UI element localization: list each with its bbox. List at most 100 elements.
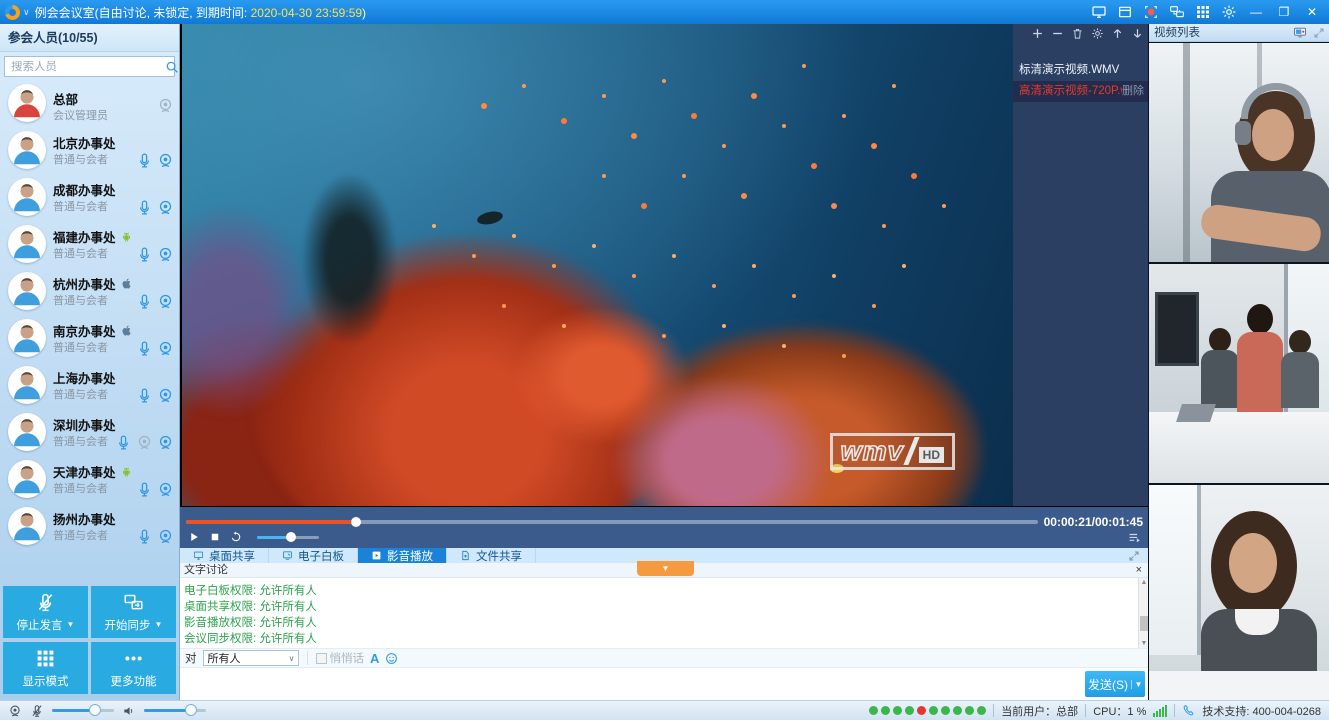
screen-share-icon[interactable] (1091, 4, 1107, 20)
volume-handle[interactable] (286, 532, 296, 542)
chevron-down-icon[interactable]: ∨ (23, 7, 30, 18)
expand-icon[interactable] (1313, 27, 1325, 39)
display-mode-button[interactable]: 显示模式 (3, 642, 88, 694)
settings-icon[interactable] (1091, 27, 1104, 40)
search-input[interactable] (5, 61, 165, 73)
replay-icon[interactable] (230, 531, 242, 543)
settings-gear-icon[interactable] (1221, 4, 1237, 20)
font-color-button[interactable]: A (370, 651, 379, 666)
tab-desktop-share[interactable]: 桌面共享 (180, 548, 269, 563)
whisper-checkbox[interactable]: 悄悄话 (316, 650, 365, 666)
mic-icon[interactable] (115, 434, 132, 451)
participant-row[interactable]: 福建办事处 普通与会者 (0, 221, 180, 268)
participant-row[interactable]: 总部 会议管理员 (0, 80, 180, 127)
send-button[interactable]: 发送(S) ▼ (1085, 671, 1145, 697)
webcam-icon[interactable] (157, 97, 174, 114)
minimize-button[interactable]: — (1247, 4, 1265, 20)
mic-icon[interactable] (136, 293, 153, 310)
mic-icon[interactable] (136, 528, 153, 545)
media-playlist-panel: 标清演示视频.WMV 高清演示视频-720P.wmv 删除 (1013, 24, 1148, 506)
speaker-icon[interactable] (122, 704, 136, 718)
network-share-icon[interactable] (1169, 4, 1185, 20)
webcam-icon[interactable] (157, 481, 174, 498)
scrollbar-thumb[interactable] (1140, 616, 1148, 631)
search-icon[interactable] (165, 60, 179, 74)
stop-icon[interactable] (209, 531, 221, 543)
close-icon[interactable]: × (1136, 564, 1142, 577)
webcam-status-icon[interactable] (8, 704, 22, 718)
webcam-off-icon[interactable] (136, 434, 153, 451)
dropdown-arrow-icon[interactable]: ▼ (67, 620, 75, 629)
remove-icon[interactable] (1051, 27, 1064, 40)
collapse-panel-handle[interactable]: ▼ (637, 561, 694, 576)
video-thumbnail-1[interactable] (1149, 43, 1329, 262)
avatar (8, 178, 46, 216)
mic-off-icon (35, 592, 56, 613)
seek-handle[interactable] (351, 517, 361, 527)
trash-icon[interactable] (1071, 27, 1084, 40)
close-button[interactable]: ✕ (1303, 4, 1321, 20)
mic-icon[interactable] (136, 387, 153, 404)
webcam-icon[interactable] (157, 340, 174, 357)
stop-speaking-button[interactable]: 停止发言▼ (3, 586, 88, 638)
send-options-arrow[interactable]: ▼ (1131, 680, 1145, 689)
participant-row[interactable]: 杭州办事处 普通与会者 (0, 268, 180, 315)
maximize-button[interactable]: ❐ (1275, 4, 1293, 20)
mic-icon[interactable] (136, 152, 153, 169)
video-monitor-icon[interactable] (1293, 26, 1307, 39)
tab-media-playback[interactable]: 影音播放 (358, 548, 447, 563)
participant-row[interactable]: 深圳办事处 普通与会者 (0, 409, 180, 456)
webcam-icon[interactable] (157, 152, 174, 169)
video-playback-area[interactable]: wmv HD (182, 24, 1013, 506)
window-mode-icon[interactable] (1117, 4, 1133, 20)
fullscreen-icon[interactable] (1128, 550, 1140, 562)
webcam-icon[interactable] (157, 246, 174, 263)
start-sync-button[interactable]: 开始同步▼ (91, 586, 176, 638)
speaker-volume-slider[interactable] (144, 709, 206, 712)
playlist-toggle-icon[interactable] (1127, 531, 1142, 545)
move-up-icon[interactable] (1111, 27, 1124, 40)
mic-icon[interactable] (136, 340, 153, 357)
webcam-icon[interactable] (157, 293, 174, 310)
mic-icon[interactable] (136, 246, 153, 263)
playlist-item[interactable]: 标清演示视频.WMV (1013, 60, 1148, 81)
participant-row[interactable]: 扬州办事处 普通与会者 (0, 503, 180, 550)
webcam-icon[interactable] (157, 528, 174, 545)
tab-whiteboard[interactable]: 电子白板 (269, 548, 358, 563)
tab-file-share[interactable]: 文件共享 (447, 548, 536, 563)
dither-grid-icon[interactable] (1195, 4, 1211, 20)
player-volume-slider[interactable] (257, 536, 319, 539)
emoji-icon[interactable] (385, 652, 398, 665)
slider-handle[interactable] (185, 704, 197, 716)
checkbox[interactable] (316, 653, 327, 664)
connection-dot (905, 706, 914, 715)
mic-muted-icon[interactable] (30, 704, 44, 718)
move-down-icon[interactable] (1131, 27, 1144, 40)
webcam-icon[interactable] (157, 387, 174, 404)
participant-row[interactable]: 天津办事处 普通与会者 (0, 456, 180, 503)
chat-scrollbar[interactable]: ▲ ▼ (1138, 578, 1148, 648)
chat-input[interactable] (180, 669, 1148, 700)
participant-row[interactable]: 南京办事处 普通与会者 (0, 315, 180, 362)
chat-toolbar: 对 所有人 ∨ 悄悄话 A (180, 648, 1148, 668)
participant-row[interactable]: 上海办事处 普通与会者 (0, 362, 180, 409)
video-thumbnail-2[interactable] (1149, 264, 1329, 483)
add-icon[interactable] (1031, 27, 1044, 40)
mic-volume-slider[interactable] (52, 709, 114, 712)
mic-icon[interactable] (136, 481, 153, 498)
playlist-item-selected[interactable]: 高清演示视频-720P.wmv 删除 (1013, 81, 1148, 102)
participant-row[interactable]: 成都办事处 普通与会者 (0, 174, 180, 221)
delete-item-button[interactable]: 删除 (1122, 81, 1148, 102)
webcam-icon[interactable] (157, 434, 174, 451)
participant-row[interactable]: 北京办事处 普通与会者 (0, 127, 180, 174)
video-thumbnail-3[interactable] (1149, 485, 1329, 700)
recipient-select[interactable]: 所有人 ∨ (203, 650, 299, 666)
webcam-icon[interactable] (157, 199, 174, 216)
record-icon[interactable] (1143, 4, 1159, 20)
mic-icon[interactable] (136, 199, 153, 216)
seek-bar[interactable] (186, 520, 1038, 524)
more-functions-button[interactable]: 更多功能 (91, 642, 176, 694)
play-icon[interactable] (188, 531, 200, 543)
slider-handle[interactable] (89, 704, 101, 716)
dropdown-arrow-icon[interactable]: ▼ (155, 620, 163, 629)
